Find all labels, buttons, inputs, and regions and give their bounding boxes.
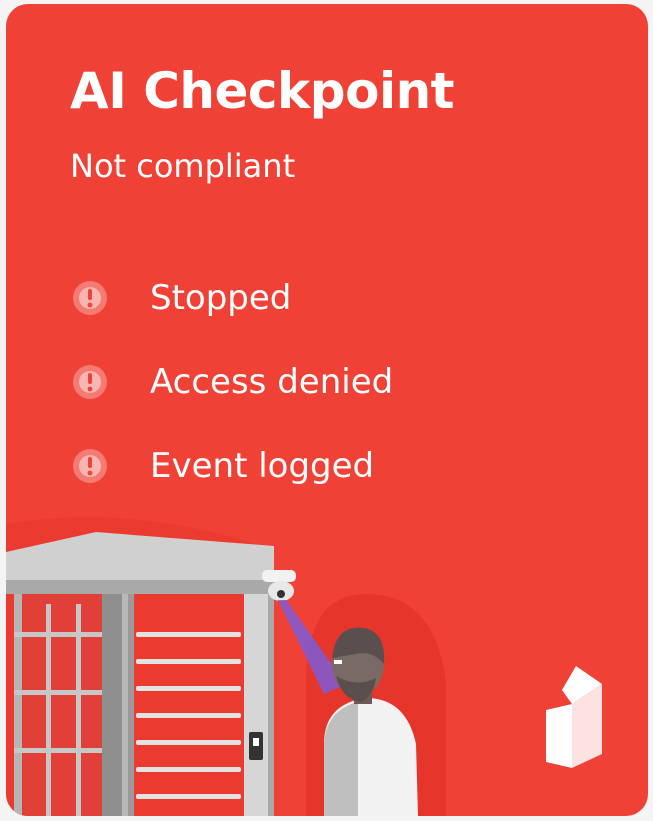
brand-logo bbox=[546, 666, 602, 768]
checkpoint-card: AI Checkpoint Not compliant Stopped Acce… bbox=[6, 4, 648, 816]
